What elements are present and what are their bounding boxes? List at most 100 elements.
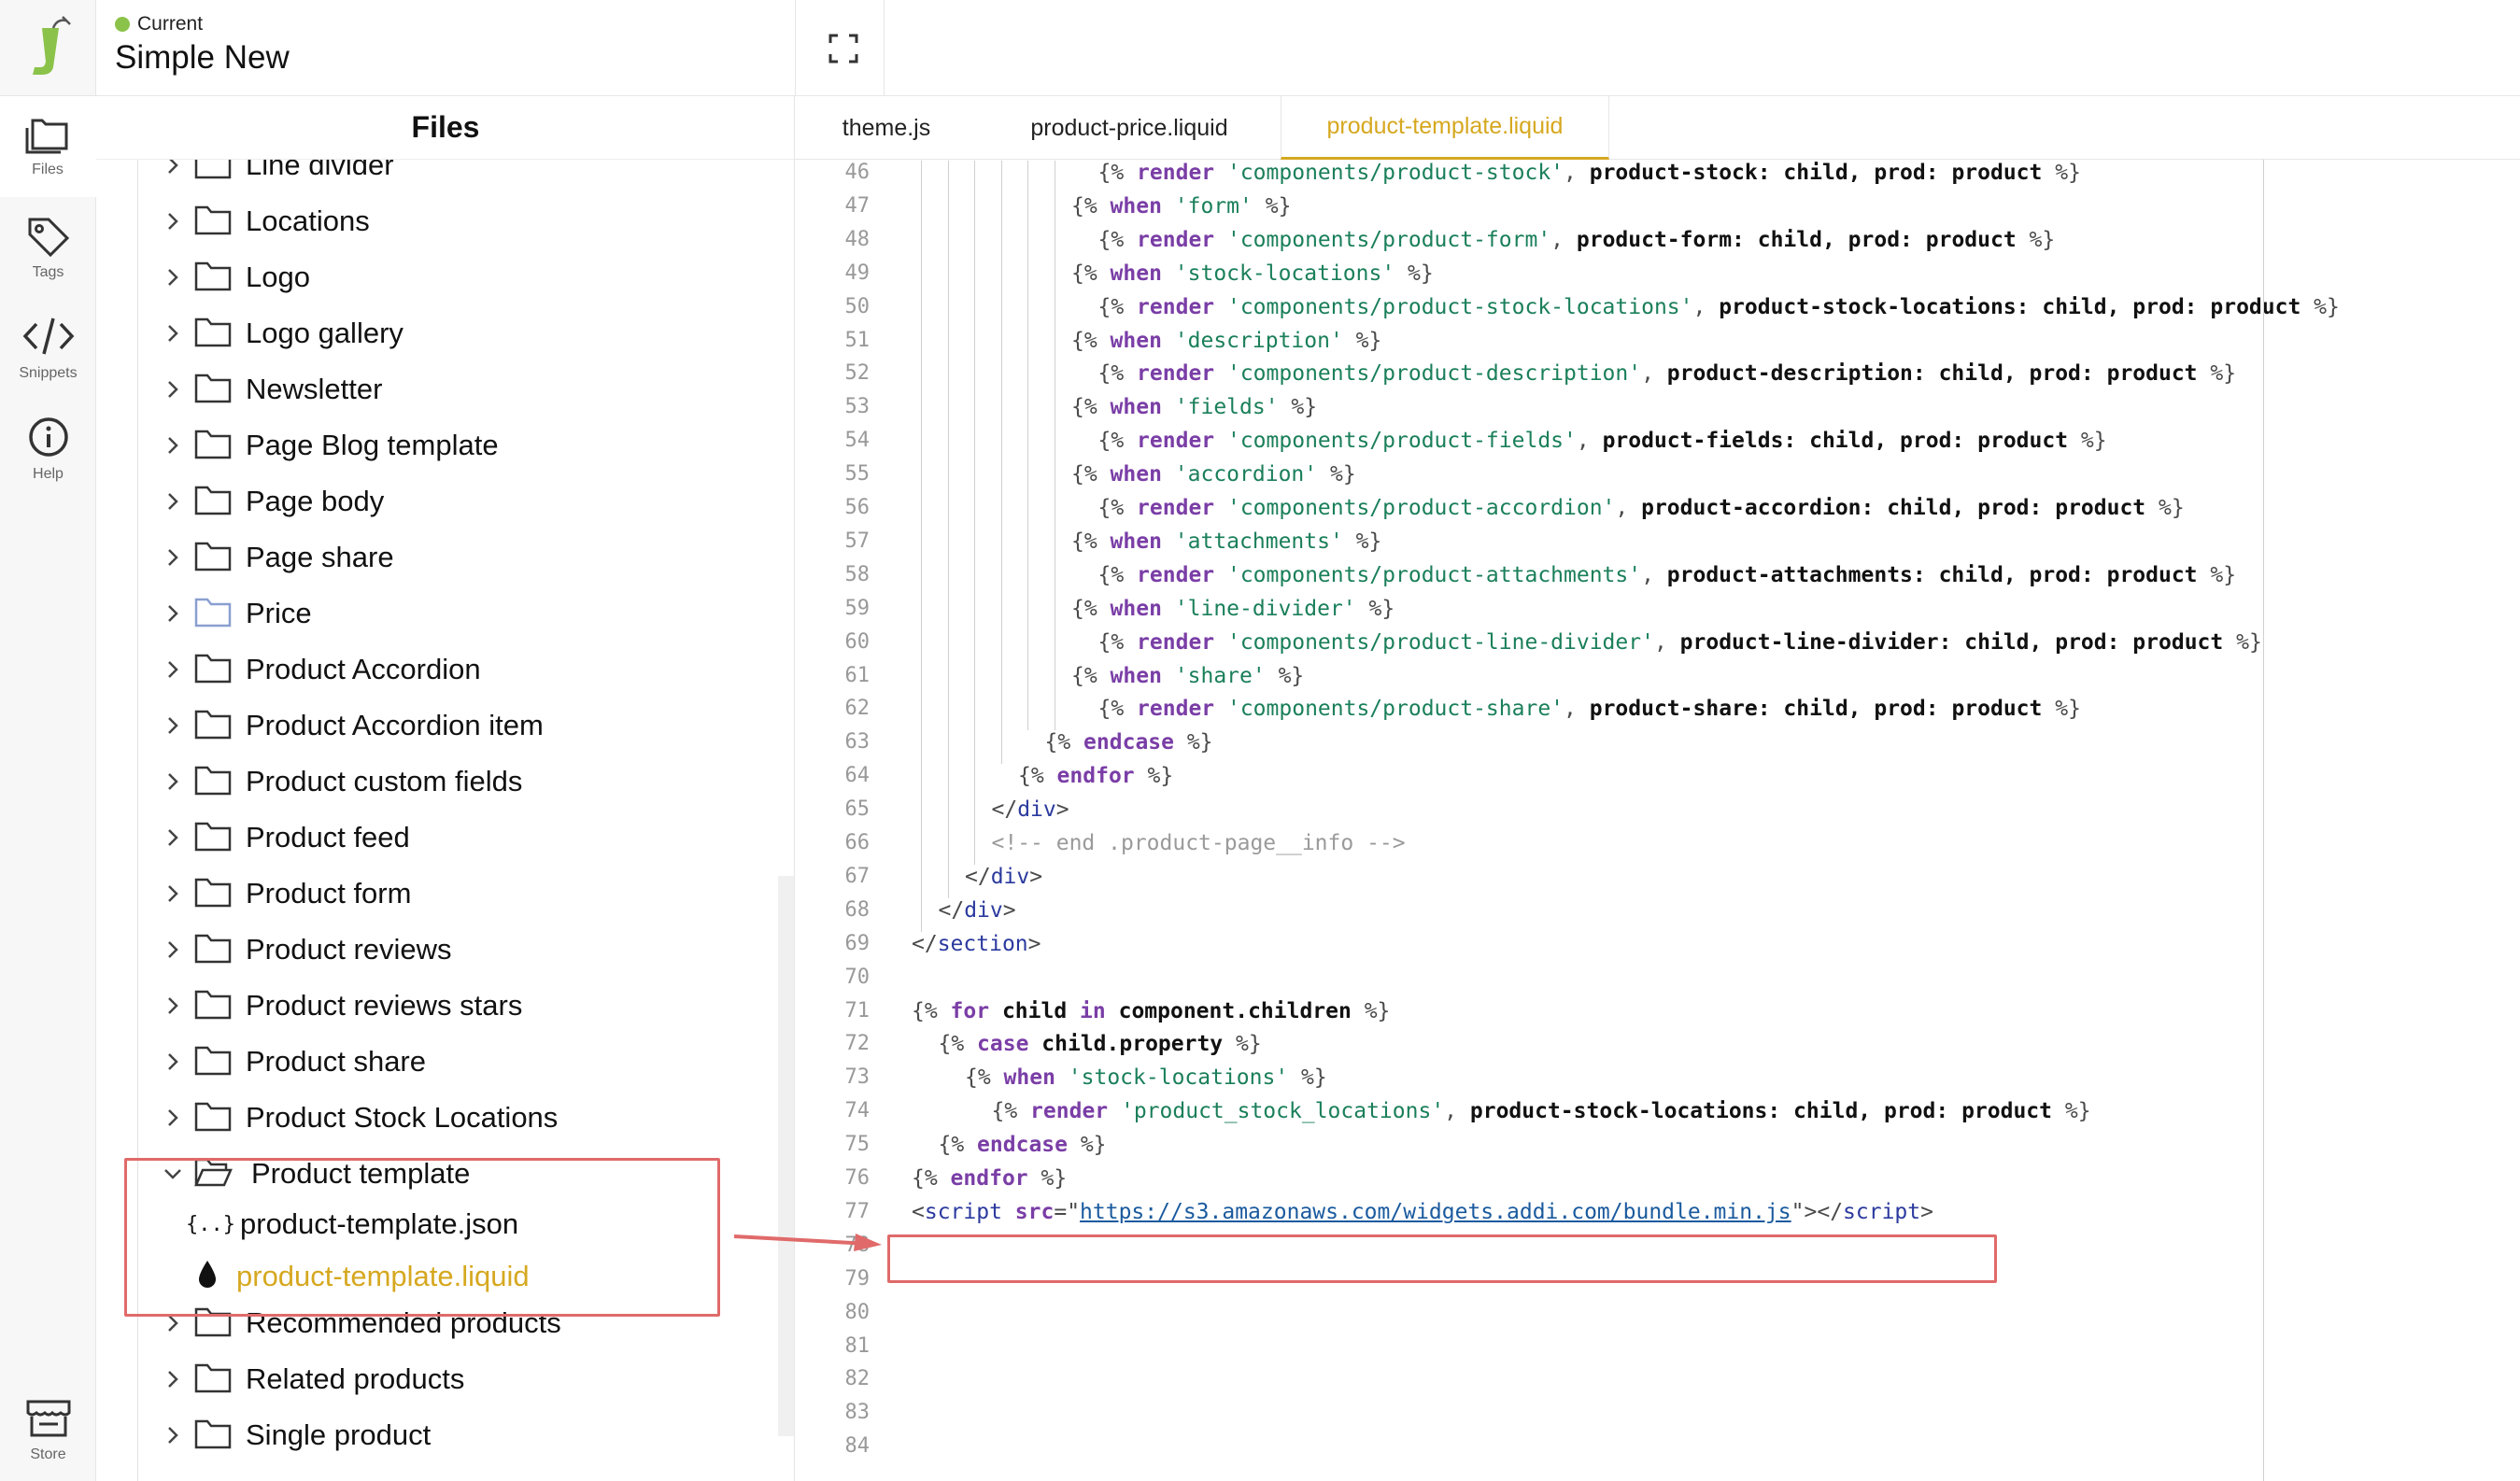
tree-folder[interactable]: Product Accordion <box>96 642 778 698</box>
code-line[interactable]: </div> <box>965 865 1042 889</box>
chevron-right-icon[interactable] <box>162 546 184 569</box>
chevron-right-icon[interactable] <box>162 434 184 457</box>
code-line[interactable]: {% render 'components/product-stock-loca… <box>1098 295 2340 319</box>
tree-folder[interactable]: Page share <box>96 529 778 585</box>
code-line[interactable]: {% render 'components/product-stock', pr… <box>1098 161 2081 185</box>
code-token: product-description: child, prod: produc… <box>1666 361 2198 387</box>
tree-folder[interactable]: Related products <box>96 1351 778 1407</box>
code-line[interactable]: <script src="https://s3.amazonaws.com/wi… <box>912 1200 1933 1224</box>
rail-snippets[interactable]: Snippets <box>0 298 96 399</box>
tree-folder[interactable]: Logo gallery <box>96 305 778 361</box>
tree-folder[interactable]: Locations <box>96 193 778 249</box>
code-line[interactable]: {% render 'product_stock_locations', pro… <box>992 1099 2091 1123</box>
tab-product-price[interactable]: product-price.liquid <box>978 96 1281 160</box>
code-token: %} <box>2042 161 2081 185</box>
tree-folder[interactable]: Single product <box>96 1407 778 1463</box>
tree-folder[interactable]: Recommended products <box>96 1295 778 1351</box>
code-line[interactable]: {% render 'components/product-attachment… <box>1098 563 2237 587</box>
tree-folder[interactable]: Page body <box>96 473 778 529</box>
code-line[interactable]: {% endfor %} <box>912 1166 1067 1191</box>
chevron-right-icon[interactable] <box>162 322 184 345</box>
code-line[interactable]: {% case child.property %} <box>939 1032 1262 1056</box>
chevron-right-icon[interactable] <box>162 994 184 1017</box>
code-token: , <box>1564 697 1590 722</box>
code-line[interactable]: {% for child in component.children %} <box>912 999 1390 1023</box>
chevron-right-icon[interactable] <box>162 602 184 625</box>
tab-theme-js[interactable]: theme.js <box>795 96 978 160</box>
code-line[interactable]: </div> <box>992 797 1069 822</box>
chevron-right-icon[interactable] <box>162 490 184 513</box>
chevron-right-icon[interactable] <box>162 1051 184 1073</box>
rail-label: Tags <box>32 264 64 280</box>
chevron-down-icon[interactable] <box>162 1163 184 1185</box>
code-line[interactable]: {% when 'stock-locations' %} <box>965 1065 1327 1090</box>
code-line[interactable]: </section> <box>912 932 1041 956</box>
code-line[interactable]: {% endcase %} <box>1045 730 1213 755</box>
app-logo[interactable] <box>0 0 96 96</box>
theme-name[interactable]: Simple New <box>115 39 290 77</box>
code-line[interactable]: {% when 'form' %} <box>1071 194 1291 219</box>
chevron-right-icon[interactable] <box>162 770 184 793</box>
code-line[interactable]: </div> <box>939 898 1016 923</box>
rail-files[interactable]: Files <box>0 96 96 197</box>
code-line[interactable]: {% endfor %} <box>1018 764 1173 788</box>
code-editor[interactable]: 46 47 48 49 50 51 52 53 54 55 56 57 58 59 60 61 62 63 64 65… <box>795 160 2520 1481</box>
chevron-right-icon[interactable] <box>162 882 184 905</box>
code-token: 'accordion' <box>1174 462 1318 487</box>
code-line[interactable]: {% when 'accordion' %} <box>1071 462 1356 487</box>
chevron-right-icon[interactable] <box>162 1424 184 1446</box>
rail-tags[interactable]: Tags <box>0 197 96 298</box>
chevron-right-icon[interactable] <box>162 160 184 176</box>
tree-folder[interactable]: Price <box>96 585 778 642</box>
chevron-right-icon[interactable] <box>162 714 184 737</box>
tree-folder[interactable]: Product feed <box>96 810 778 866</box>
tree-folder[interactable]: Line divider <box>96 160 778 193</box>
code-line[interactable]: {% render 'components/product-form', pro… <box>1098 228 2056 252</box>
code-token: 'components/product-line-divider' <box>1226 629 1654 655</box>
tree-folder[interactable]: Newsletter <box>96 361 778 417</box>
code-line[interactable]: {% when 'attachments' %} <box>1071 529 1381 554</box>
chevron-right-icon[interactable] <box>162 1312 184 1334</box>
code-line[interactable]: {% when 'line-divider' %} <box>1071 597 1394 621</box>
chevron-right-icon[interactable] <box>162 938 184 961</box>
code-line[interactable]: {% render 'components/product-share', pr… <box>1098 697 2081 721</box>
chevron-right-icon[interactable] <box>162 826 184 849</box>
tree-folder[interactable]: Logo <box>96 249 778 305</box>
tree-folder[interactable]: Product reviews <box>96 922 778 978</box>
code-line[interactable]: {% when 'fields' %} <box>1071 395 1317 419</box>
code-line[interactable]: {% endcase %} <box>939 1133 1107 1157</box>
code-line[interactable]: {% render 'components/product-line-divid… <box>1098 630 2262 655</box>
chevron-right-icon[interactable] <box>162 266 184 289</box>
rail-label: Store <box>30 1446 66 1462</box>
tree-folder[interactable]: Page Blog template <box>96 417 778 473</box>
code-line[interactable]: {% when 'description' %} <box>1071 329 1381 353</box>
code-line[interactable]: {% when 'share' %} <box>1071 664 1304 688</box>
tree-folder[interactable]: Product form <box>96 866 778 922</box>
code-line[interactable]: {% when 'stock-locations' %} <box>1071 261 1434 286</box>
chevron-right-icon[interactable] <box>162 1107 184 1129</box>
code-line[interactable]: <!-- end .product-page__info --> <box>992 831 1406 855</box>
chevron-right-icon[interactable] <box>162 378 184 401</box>
code-line[interactable]: {% render 'components/product-descriptio… <box>1098 361 2237 386</box>
tags-icon <box>28 218 69 257</box>
code-token: 'share' <box>1174 663 1266 688</box>
code-token: </ <box>912 931 938 956</box>
files-scrollbar-thumb[interactable] <box>778 876 794 1436</box>
code-line[interactable]: {% render 'components/product-accordion'… <box>1098 496 2185 520</box>
rail-store[interactable]: Store <box>0 1380 96 1481</box>
tree-folder[interactable]: Product Accordion item <box>96 698 778 754</box>
tree-folder[interactable]: Product Stock Locations <box>96 1090 778 1146</box>
tree-folder[interactable]: Product share <box>96 1034 778 1090</box>
code-line[interactable]: {% render 'components/product-fields', p… <box>1098 429 2107 453</box>
chevron-right-icon[interactable] <box>162 210 184 233</box>
tab-product-template[interactable]: product-template.liquid <box>1281 96 1609 160</box>
chevron-right-icon[interactable] <box>162 658 184 681</box>
fullscreen-button[interactable] <box>821 26 866 71</box>
tree-folder[interactable]: Product template <box>96 1146 778 1202</box>
tree-folder[interactable]: Product reviews stars <box>96 978 778 1034</box>
chevron-right-icon[interactable] <box>162 1368 184 1390</box>
tree-folder[interactable]: Product custom fields <box>96 754 778 810</box>
tree-file[interactable]: {..} product-template.json <box>186 1198 518 1250</box>
rail-help[interactable]: Help <box>0 399 96 500</box>
code-area[interactable]: {% render 'components/product-stock', pr… <box>795 160 2520 1481</box>
